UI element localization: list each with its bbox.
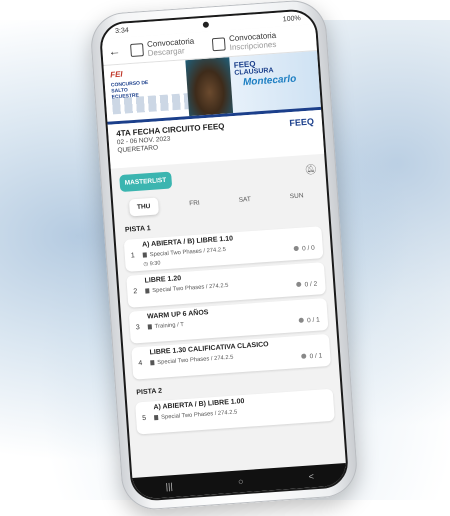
phone-screen: 3:34 100% ← Convocatoria Descargar Convo…	[98, 7, 350, 503]
inscripciones-label: Inscripciones	[229, 39, 277, 53]
camera-icon	[202, 21, 209, 28]
book-icon	[154, 414, 159, 421]
class-type: Special Two Phases / 274.2.5	[142, 247, 226, 259]
recent-apps-icon[interactable]: |||	[165, 481, 173, 491]
class-type: Training / T	[147, 322, 184, 331]
phone-mockup: 3:34 100% ← Convocatoria Descargar Convo…	[88, 0, 360, 512]
tab-thu[interactable]: THU	[128, 197, 159, 217]
feeq-logo: FEEQ	[289, 116, 315, 129]
entries-icon	[301, 353, 307, 359]
entries-icon	[293, 245, 300, 252]
inscripciones-button[interactable]: Convocatoria Inscripciones	[211, 31, 277, 53]
checklist-icon	[211, 36, 226, 51]
status-time: 3:34	[114, 26, 129, 35]
entries-icon	[298, 317, 305, 323]
class-time: ◷ 9:30	[143, 260, 161, 268]
class-type: Special Two Phases / 274.2.5	[150, 355, 234, 367]
bell-off-icon[interactable]: 🔕︎	[304, 164, 317, 176]
entries-icon	[296, 281, 302, 288]
class-number: 5	[141, 414, 147, 423]
class-type: Special Two Phases / 274.2.5	[154, 409, 238, 421]
class-number: 2	[133, 288, 138, 296]
back-icon[interactable]: <	[308, 471, 314, 481]
book-icon	[145, 288, 150, 294]
book-icon	[147, 324, 153, 330]
class-type: Special Two Phases / 274.2.5	[145, 283, 229, 295]
class-count: 0 / 0	[293, 245, 315, 253]
tab-sun[interactable]: SUN	[281, 187, 312, 206]
horse-image	[185, 57, 234, 117]
banner-montecarlo: Montecarlo	[242, 73, 297, 89]
class-number: 3	[135, 324, 141, 332]
tab-sat[interactable]: SAT	[230, 190, 259, 209]
class-count: 0 / 1	[298, 316, 320, 324]
class-title: WARM UP 6 AÑOS	[146, 309, 209, 321]
class-number: 4	[138, 359, 143, 368]
class-title: LIBRE 1.20	[144, 275, 182, 285]
document-icon	[130, 42, 144, 57]
status-battery: 100%	[282, 14, 301, 23]
convocatoria-download-button[interactable]: Convocatoria Descargar	[130, 37, 195, 59]
book-icon	[142, 252, 147, 258]
book-icon	[150, 360, 155, 366]
class-count: 0 / 2	[296, 281, 317, 289]
tab-fri[interactable]: FRI	[181, 194, 209, 213]
class-number: 1	[130, 252, 135, 260]
fei-logo: FEI	[109, 69, 123, 80]
download-label: Descargar	[147, 46, 185, 58]
home-icon[interactable]: ○	[238, 476, 244, 486]
arrow-left-icon[interactable]: ←	[108, 43, 125, 59]
masterlist-button[interactable]: MASTERLIST	[119, 171, 172, 193]
class-title: LIBRE 1.30 CALIFICATIVA CLASICO	[149, 341, 269, 357]
class-count: 0 / 1	[301, 352, 323, 360]
